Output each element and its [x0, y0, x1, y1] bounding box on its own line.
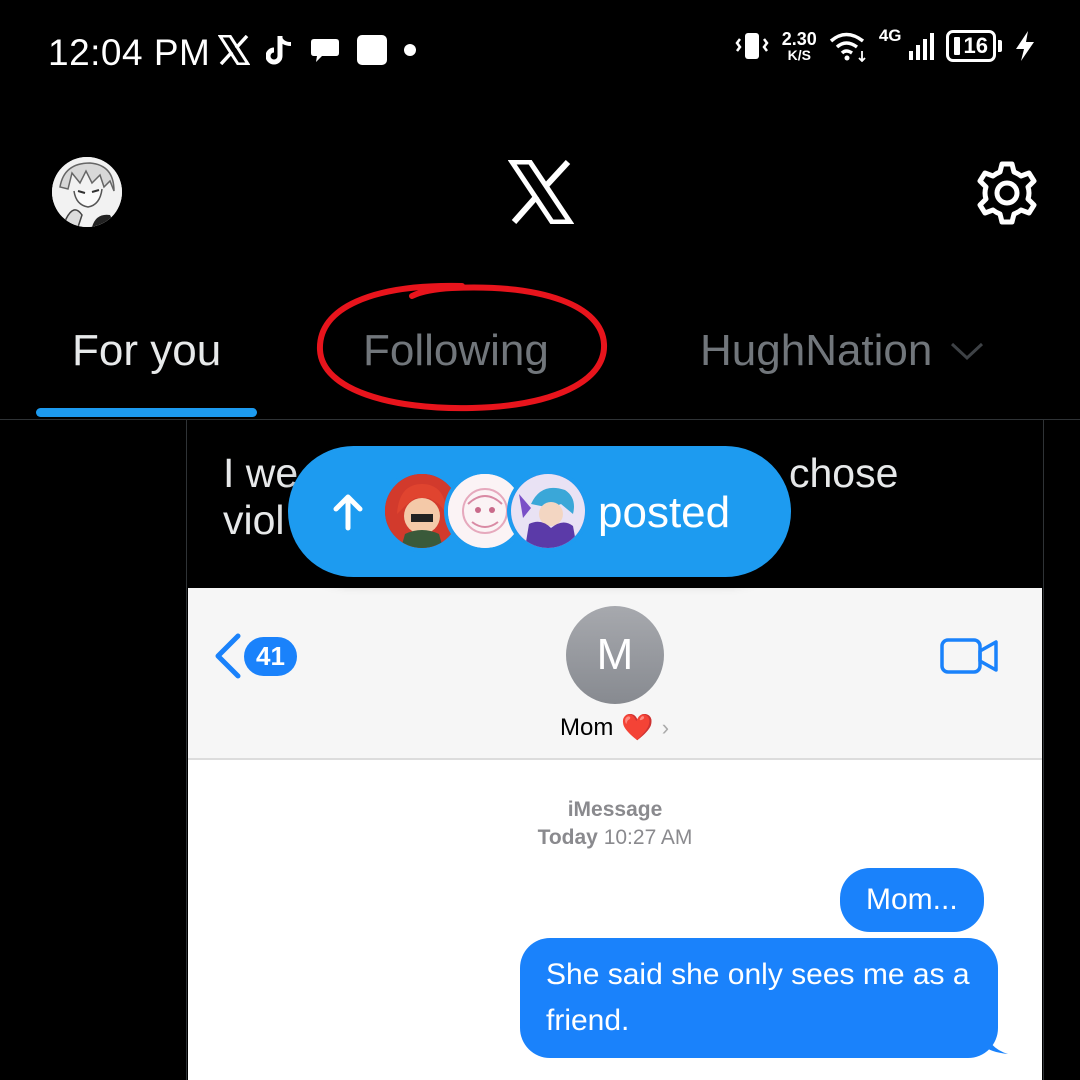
contact-name-text: Mom [560, 713, 614, 741]
contact-name: Mom ❤️ › [560, 712, 669, 743]
system-status: 2.30 K/S 4G 16 [734, 26, 1036, 62]
timeline-tabs: For you Following HughNation [0, 300, 1080, 420]
net-speed: 2.30 K/S [782, 30, 817, 62]
new-posts-pill[interactable]: posted [288, 446, 791, 577]
chat-bubble-icon [310, 36, 340, 64]
x-app-icon [218, 35, 250, 65]
imessage-service-label: iMessage [567, 798, 663, 821]
arrow-up-icon [333, 494, 363, 531]
status-time: 12:04 PM [48, 32, 211, 73]
charging-bolt-icon [1014, 30, 1036, 62]
contact-avatar: M [566, 606, 664, 704]
tab-hughnation-label: HughNation [700, 326, 933, 375]
post-text-line1-end: chose [789, 450, 899, 496]
network-type: 4G [878, 26, 902, 45]
square-icon [356, 34, 388, 66]
net-speed-value: 2.30 [781, 29, 817, 49]
poster-avatar [507, 470, 589, 552]
message-bubble-sent: She said she only sees me as a friend. [520, 938, 998, 1058]
imessage-back: 41 [212, 632, 297, 680]
vibrate-icon [734, 31, 770, 61]
timestamp-time: 10:27 AM [603, 826, 693, 849]
notification-icons [218, 34, 416, 66]
wifi-icon [829, 30, 867, 62]
chevron-down-icon[interactable] [950, 341, 984, 361]
video-call-icon [940, 638, 998, 674]
tiktok-icon [266, 34, 294, 66]
new-posts-label: posted [598, 488, 731, 537]
imessage-header: 41 M Mom ❤️ › [188, 588, 1042, 760]
timestamp-day: Today [537, 826, 598, 849]
post-image-imessage-screenshot[interactable]: 41 M Mom ❤️ › iMessage Today 10:27 AM Mo… [188, 588, 1042, 1080]
battery-level: 16 [963, 33, 988, 58]
heart-emoji: ❤️ [621, 712, 654, 742]
dot-icon [404, 44, 416, 56]
signal-icon [908, 31, 934, 61]
x-logo[interactable] [507, 159, 575, 225]
status-bar: 12:04 PM 2.30 K/S 4G 16 [0, 0, 1080, 110]
message-bubble-sent: Mom... [840, 868, 984, 932]
battery-tip [998, 40, 1002, 52]
profile-avatar[interactable] [52, 157, 122, 227]
chevron-right-icon: › [661, 714, 670, 740]
tab-following[interactable]: Following [363, 326, 549, 376]
imessage-timestamp: Today 10:27 AM [188, 826, 1042, 850]
bubble-tail [984, 1028, 1008, 1054]
active-tab-indicator [36, 408, 257, 417]
settings-gear-icon[interactable] [974, 160, 1040, 226]
battery-indicator: 16 [945, 30, 996, 62]
battery-fill [953, 37, 960, 55]
unread-count-badge: 41 [244, 636, 297, 676]
tab-for-you[interactable]: For you [72, 326, 221, 376]
tab-hughnation[interactable]: HughNation [700, 326, 984, 376]
back-chevron-icon [215, 633, 241, 679]
net-speed-unit: K/S [787, 47, 811, 63]
